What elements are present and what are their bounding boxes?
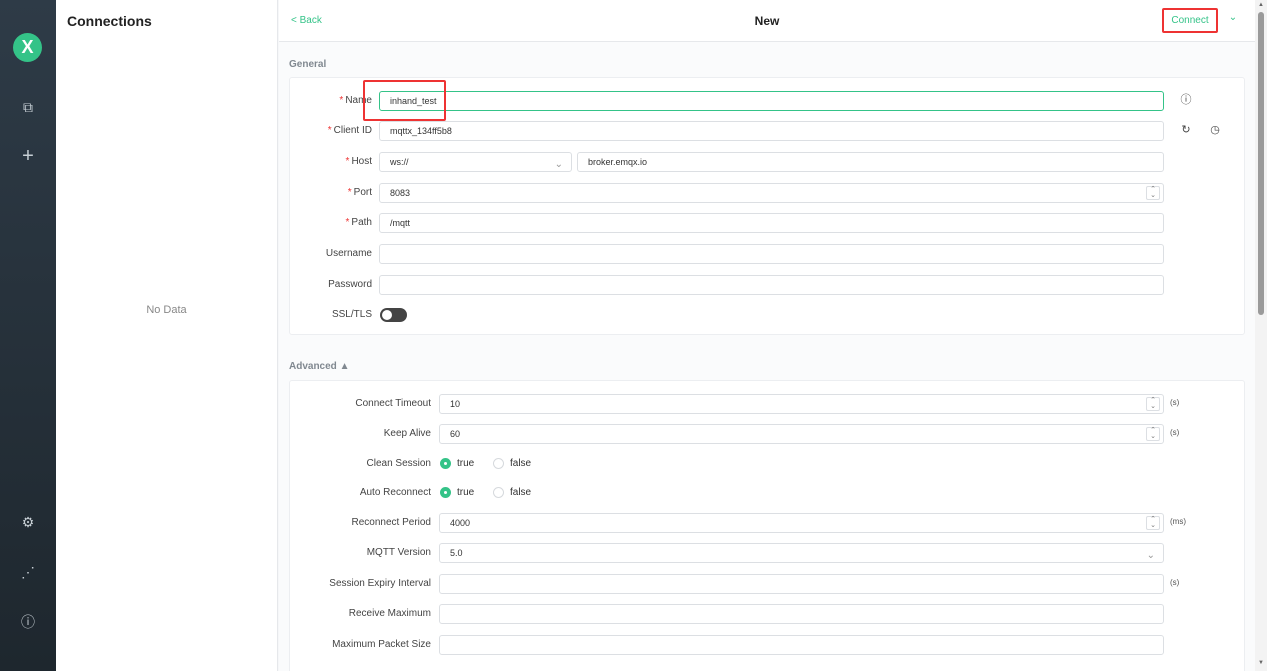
session-expiry-input[interactable] [439, 574, 1164, 594]
chevron-down-icon: ⌄ [554, 159, 563, 170]
client-id-input[interactable]: mqttx_134ff5b8 [379, 121, 1164, 141]
connect-timeout-label: Connect Timeout [355, 398, 431, 409]
scrollbar-thumb[interactable] [1258, 12, 1264, 315]
chevron-down-icon[interactable]: ⌄ [1226, 12, 1240, 26]
reconnect-period-input[interactable]: 4000 ⌃ ⌄ [439, 513, 1164, 533]
nav-rail: X ⧉ + ⚙ ⋰ ⓘ [0, 0, 56, 671]
app-logo: X [13, 33, 42, 62]
mqtt-version-select[interactable]: 5.0 ⌄ [439, 543, 1164, 563]
unit-label: (s) [1170, 578, 1180, 587]
advanced-card: Connect Timeout 10 ⌃ ⌄ (s) Keep Alive 60 ⌃ ⌄… [289, 380, 1245, 671]
connect-button[interactable]: Connect [1162, 8, 1218, 33]
auto-reconnect-label: Auto Reconnect [359, 487, 431, 498]
stepper-icon[interactable]: ⌃ ⌄ [1146, 427, 1160, 441]
scroll-up-icon[interactable]: ▲ [1257, 2, 1265, 10]
session-expiry-label: Session Expiry Interval [329, 578, 431, 589]
stepper-icon[interactable]: ⌃ ⌄ [1146, 186, 1160, 200]
scrollbar[interactable]: ▲ ▼ [1255, 0, 1267, 671]
connections-icon[interactable]: ⧉ [18, 97, 38, 117]
page-title: New [754, 14, 780, 28]
script-icon[interactable]: ⋰ [18, 562, 38, 582]
info-icon[interactable]: ⓘ [1179, 93, 1193, 107]
clean-session-label: Clean Session [366, 458, 431, 469]
keep-alive-input[interactable]: 60 ⌃ ⌄ [439, 424, 1164, 444]
unit-label: (ms) [1170, 517, 1186, 526]
port-label: * Port [347, 187, 372, 198]
password-input[interactable] [379, 275, 1164, 295]
advanced-section-title[interactable]: Advanced ▲ [289, 361, 349, 372]
refresh-icon[interactable]: ↻ [1179, 123, 1193, 137]
reconnect-period-label: Reconnect Period [351, 517, 432, 528]
scroll-down-icon[interactable]: ▼ [1257, 660, 1265, 668]
max-packet-size-input[interactable] [439, 635, 1164, 655]
port-input[interactable]: 8083 ⌃ ⌄ [379, 183, 1164, 203]
unit-label: (s) [1170, 428, 1180, 437]
mqtt-version-label: MQTT Version [366, 547, 431, 558]
receive-maximum-label: Receive Maximum [348, 608, 431, 619]
protocol-select[interactable]: ws://⌄ [379, 152, 572, 172]
name-input[interactable]: inhand_test [379, 91, 1164, 111]
host-input[interactable]: broker.emqx.io [577, 152, 1164, 172]
connect-timeout-input[interactable]: 10 ⌃ ⌄ [439, 394, 1164, 414]
chevron-down-icon: ⌄ [1146, 550, 1155, 561]
general-section-title: General [289, 59, 327, 70]
max-packet-size-label: Maximum Packet Size [332, 639, 431, 650]
empty-state-text: No Data [146, 304, 187, 316]
path-input[interactable]: /mqtt [379, 213, 1164, 233]
back-link[interactable]: < Back [291, 15, 322, 26]
path-label: * Path [345, 217, 372, 228]
keep-alive-label: Keep Alive [383, 428, 431, 439]
host-label: * Host [345, 156, 372, 167]
ssl-label: SSL/TLS [331, 309, 372, 320]
connections-panel: Connections No Data [56, 0, 278, 671]
settings-icon[interactable]: ⚙ [18, 512, 38, 532]
general-card: * Name inhand_test ⓘ * Client ID mqttx_134… [289, 77, 1245, 335]
stepper-icon[interactable]: ⌃ ⌄ [1146, 516, 1160, 530]
info-icon[interactable]: ⓘ [18, 612, 38, 632]
receive-maximum-input[interactable] [439, 604, 1164, 624]
name-label: * Name [339, 95, 372, 106]
new-connection-form: < Back New Connect ⌄ General * Name inhan… [279, 0, 1255, 671]
client-id-label: * Client ID [327, 125, 372, 136]
username-label: Username [325, 248, 372, 259]
top-bar: < Back New Connect ⌄ [279, 0, 1255, 42]
clock-icon[interactable]: ◷ [1208, 123, 1222, 137]
password-label: Password [328, 279, 372, 290]
username-input[interactable] [379, 244, 1164, 264]
connections-title: Connections [67, 13, 152, 29]
stepper-icon[interactable]: ⌃ ⌄ [1146, 397, 1160, 411]
plus-icon[interactable]: + [18, 146, 38, 166]
ssl-toggle[interactable] [380, 308, 407, 322]
unit-label: (s) [1170, 398, 1180, 407]
